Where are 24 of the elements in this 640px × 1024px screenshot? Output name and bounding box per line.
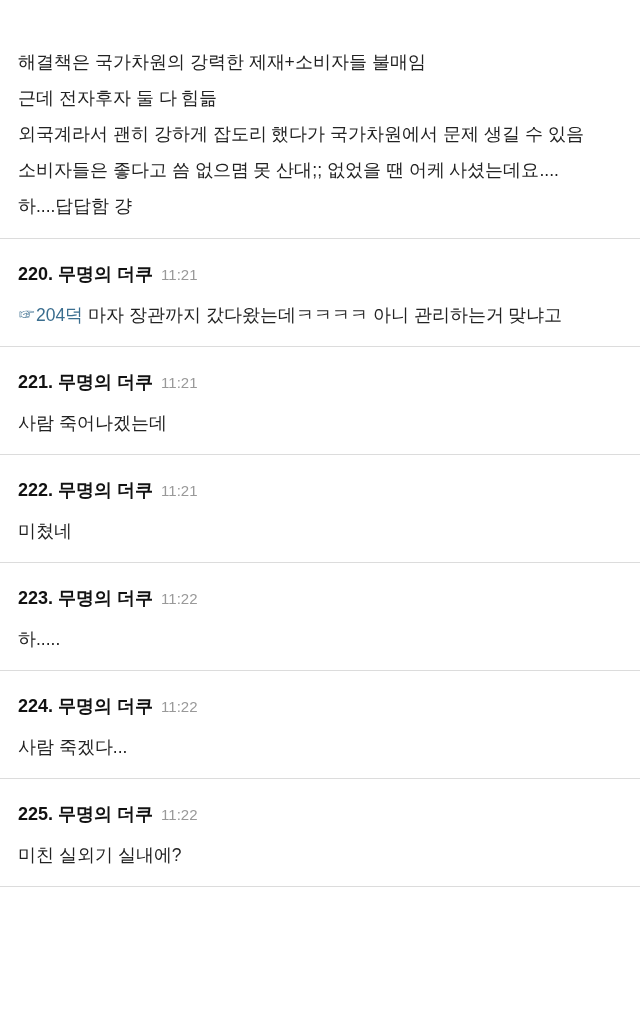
reply-link[interactable]: ☞204덕 — [18, 305, 84, 325]
comment-time: 11:21 — [161, 373, 198, 393]
comment-author: 224. 무명의 더쿠 — [18, 695, 154, 718]
comment-text: 사람 죽겠다... — [18, 736, 129, 759]
comment-author: 221. 무명의 더쿠 — [18, 371, 154, 394]
comment-text: 미친 실외기 실내에? — [18, 844, 183, 867]
comment-time: 11:22 — [161, 697, 198, 717]
comment-text: 외국계라서 괜히 강하게 잡도리 했다가 국가차원에서 문제 생길 수 있음 — [18, 123, 585, 146]
comment-author: 222. 무명의 더쿠 — [18, 479, 154, 502]
comment-author: 220. 무명의 더쿠 — [18, 263, 154, 286]
comment-author: 225. 무명의 더쿠 — [18, 803, 154, 826]
comment-time: 11:21 — [161, 481, 198, 501]
comment-time: 11:22 — [161, 589, 198, 609]
comment-text: 사람 죽어나겠는데 — [18, 412, 168, 435]
comment-text: 해결책은 국가차원의 강력한 제재+소비자들 불매임 — [18, 51, 427, 74]
comment-text: 근데 전자후자 둘 다 힘듦 — [18, 87, 219, 110]
comment-text: 하....답답함 걍 — [18, 195, 134, 218]
comment-text: 미쳤네 — [18, 520, 73, 543]
comment-text: 하..... — [18, 628, 62, 651]
comment-time: 11:21 — [161, 265, 198, 285]
comment-author: 223. 무명의 더쿠 — [18, 587, 154, 610]
comment-text: ☞204덕 마자 장관까지 갔다왔는데ㅋㅋㅋㅋ 아니 관리하는거 맞냐고 — [18, 304, 564, 327]
comment-time: 11:22 — [161, 805, 198, 825]
comment-text: 소비자들은 좋다고 씀 없으몀 못 산대;; 없었을 땐 어케 사셨는데요.... — [18, 159, 560, 182]
